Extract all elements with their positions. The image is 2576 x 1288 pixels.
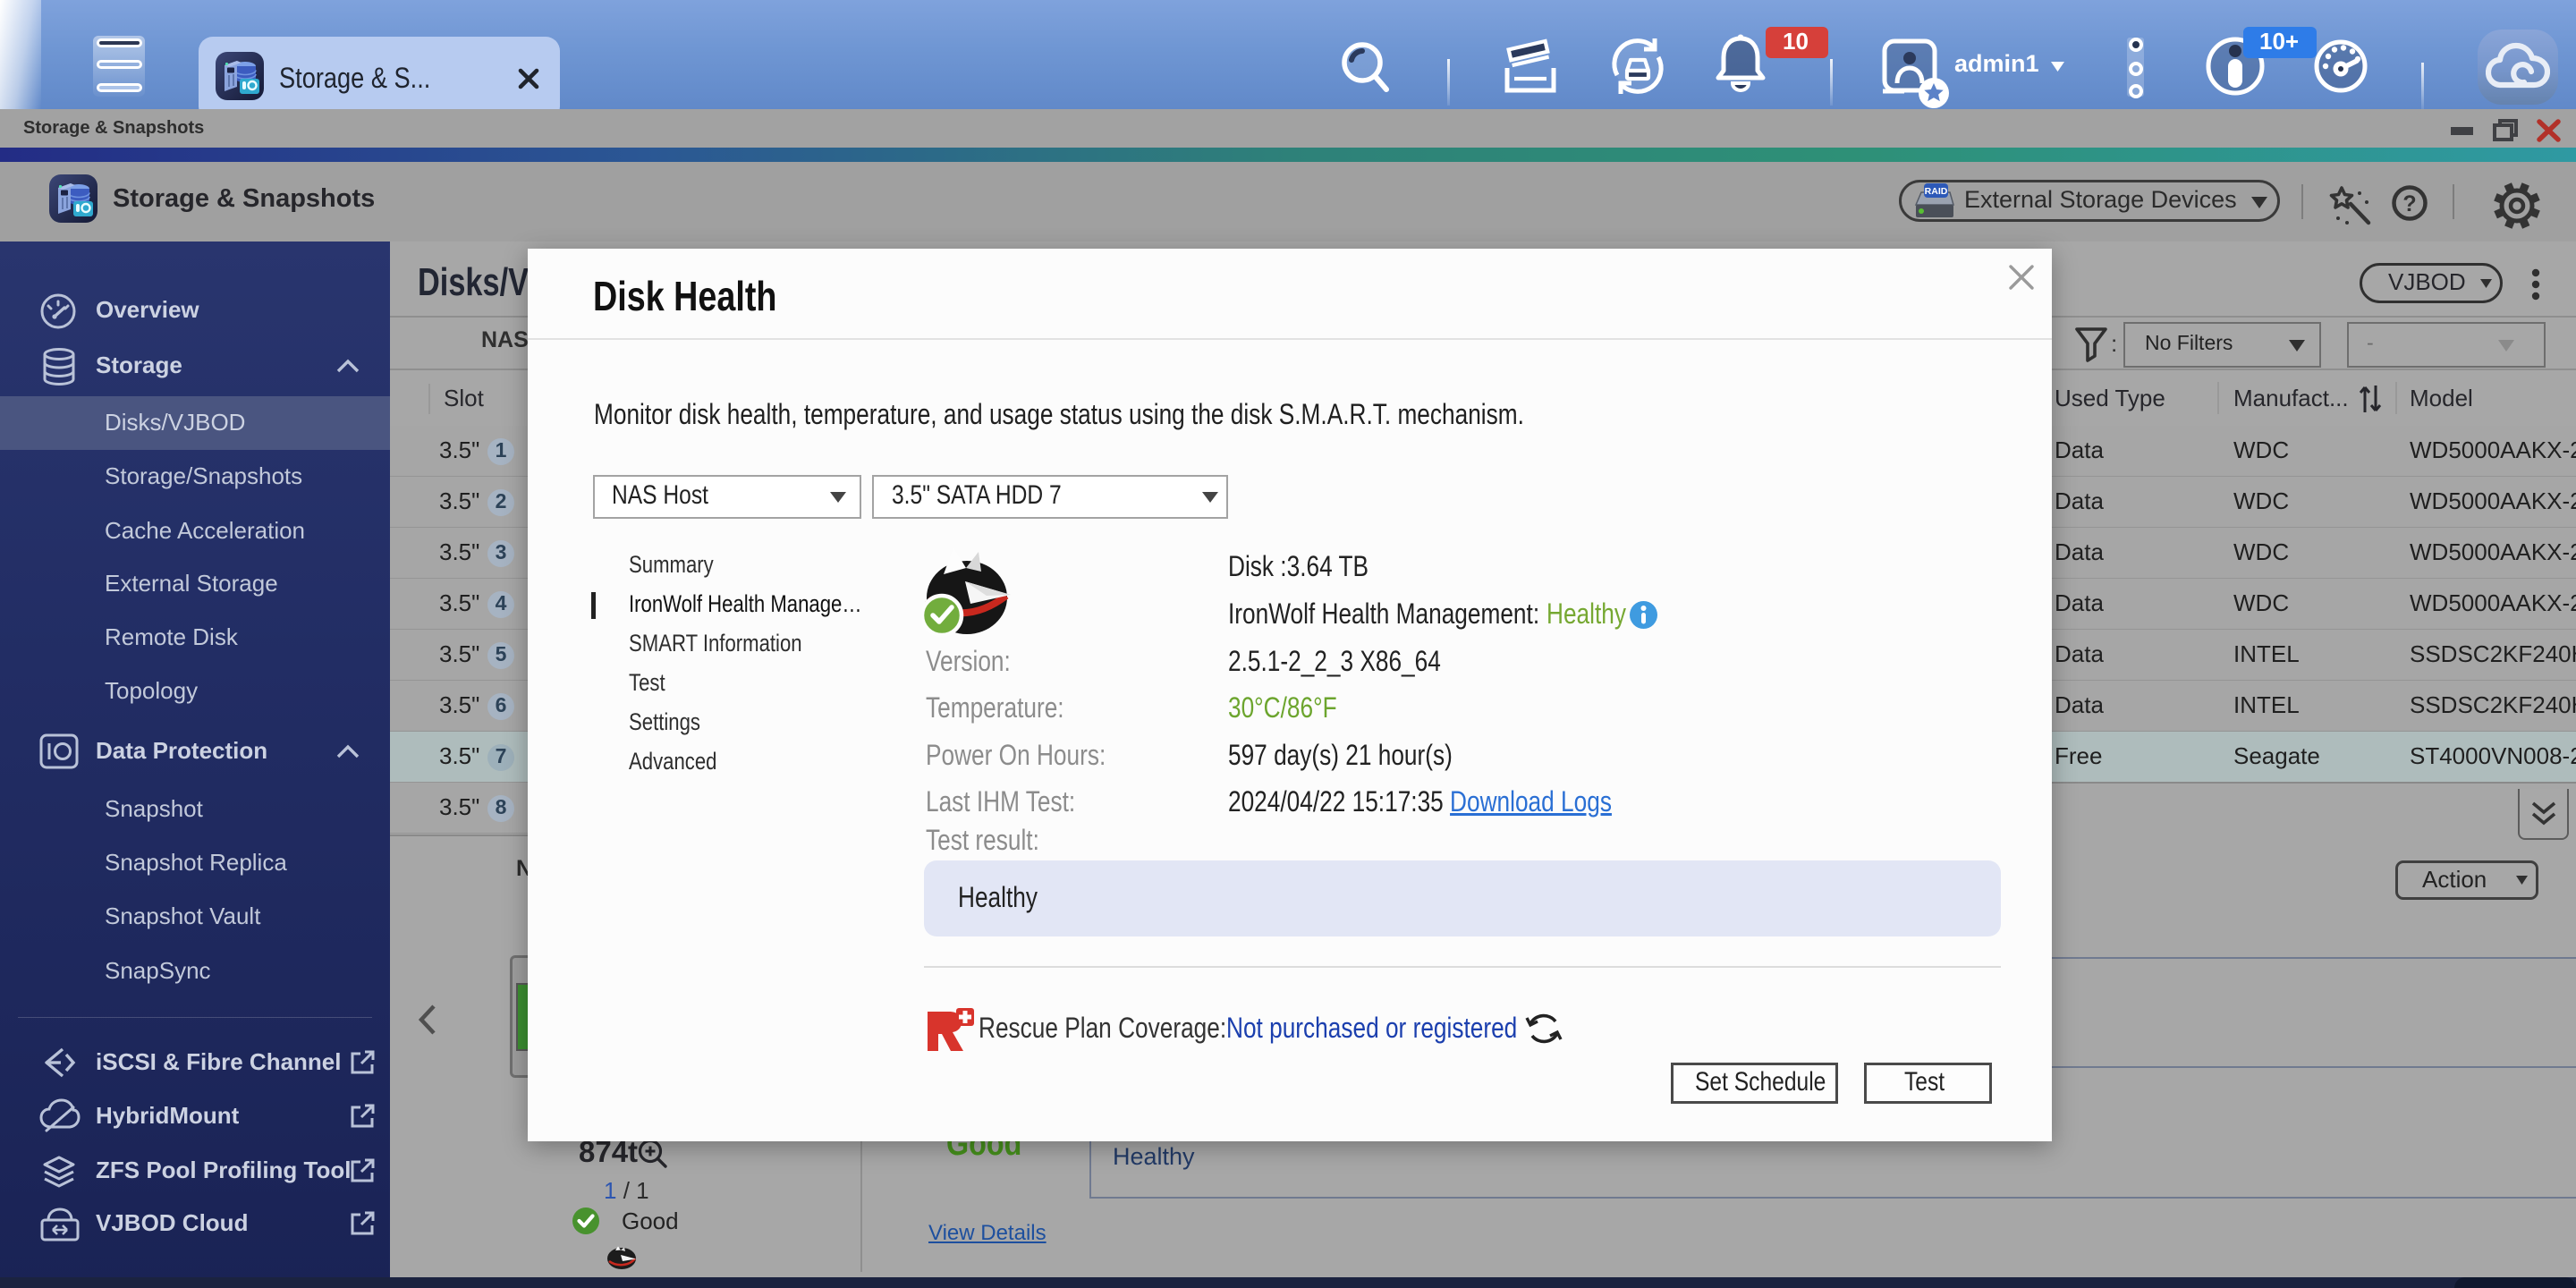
svg-text:?: ? — [2402, 191, 2416, 216]
svg-text:RAID: RAID — [1925, 186, 1948, 197]
